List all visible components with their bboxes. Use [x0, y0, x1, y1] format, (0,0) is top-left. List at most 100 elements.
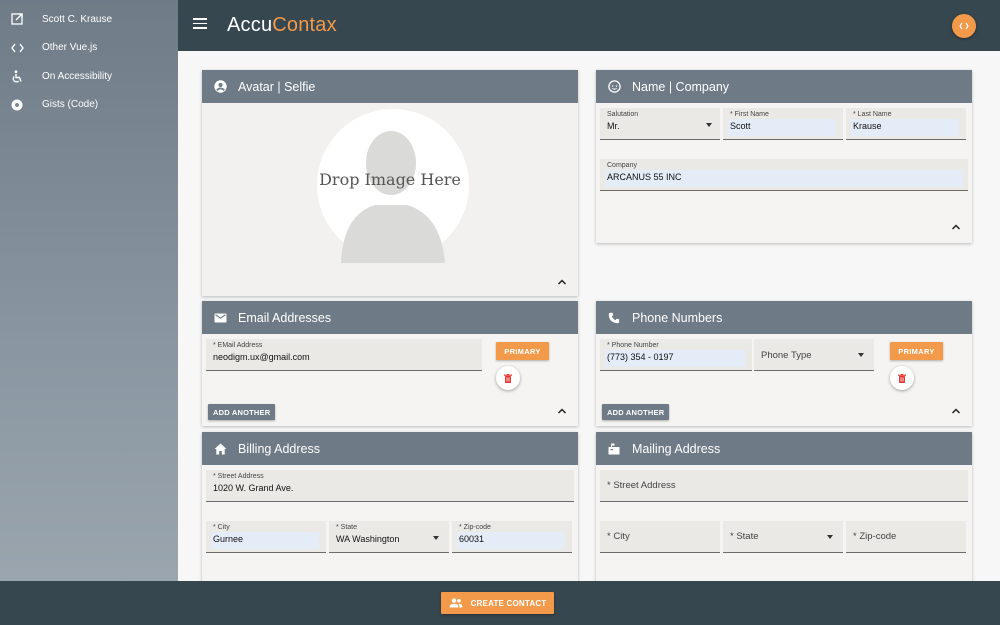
brand-part2: Contax — [272, 14, 337, 36]
mailing-state-placeholder: * State — [730, 531, 759, 542]
mail-icon — [213, 311, 227, 325]
collapse-chevron-icon[interactable] — [557, 278, 567, 286]
billing-city-label: * City — [213, 524, 230, 531]
app-header: AccuContax — [178, 0, 1000, 51]
view-source-button[interactable] — [952, 14, 976, 38]
salutation-value: Mr. — [607, 121, 620, 131]
billing-zip-value: 60031 — [459, 534, 485, 544]
sidebar-item-gists[interactable]: Gists (Code) — [0, 91, 178, 120]
phone-primary-button[interactable]: PRIMARY — [890, 342, 943, 360]
mailing-street-field[interactable]: * Street Address — [600, 470, 968, 502]
phone-card: Phone Numbers * Phone Number (773) 354 -… — [596, 301, 972, 426]
main-content: Avatar | Selfie Drop Image Here Name | C… — [178, 51, 1000, 581]
disc-icon — [10, 98, 24, 112]
avatar-card-title: Avatar | Selfie — [238, 79, 316, 94]
first-name-field[interactable]: * First Name Scott — [723, 108, 843, 140]
avatar-card: Avatar | Selfie Drop Image Here — [202, 70, 578, 296]
sidebar-item-label: Scott C. Krause — [42, 13, 113, 25]
people-icon — [449, 598, 463, 608]
home-icon — [213, 442, 227, 456]
billing-state-label: * State — [336, 524, 358, 531]
mailing-city-placeholder: * City — [607, 531, 630, 542]
email-primary-button[interactable]: PRIMARY — [496, 342, 549, 360]
billing-zip-label: * Zip-code — [459, 524, 491, 531]
code-icon — [10, 41, 24, 55]
collapse-chevron-icon[interactable] — [951, 223, 961, 231]
collapse-chevron-icon[interactable] — [951, 407, 961, 415]
sidebar: Scott C. Krause Other Vue.js On Accessib… — [0, 0, 178, 581]
name-card-header: Name | Company — [596, 70, 972, 103]
mailing-state-select[interactable]: * State — [723, 521, 843, 553]
phone-icon — [607, 311, 621, 325]
billing-zip-field[interactable]: * Zip-code 60031 — [452, 521, 572, 553]
sidebar-item-label: Gists (Code) — [42, 99, 99, 111]
company-label: Company — [607, 162, 637, 169]
create-contact-button[interactable]: CREATE CONTACT — [441, 592, 554, 614]
billing-street-label: * Street Address — [213, 473, 264, 480]
mailing-zip-field[interactable]: * Zip-code — [846, 521, 966, 553]
salutation-label: Salutation — [607, 111, 639, 118]
sidebar-item-label: On Accessibility — [42, 70, 113, 82]
accessibility-icon — [10, 69, 24, 83]
phone-number-label: * Phone Number — [607, 342, 659, 349]
chevron-down-icon — [858, 353, 864, 357]
billing-state-value: WA Washington — [336, 534, 400, 544]
last-name-label: * Last Name — [853, 111, 892, 118]
account-circle-icon — [213, 80, 227, 94]
chevron-down-icon — [706, 123, 712, 127]
sidebar-item-author[interactable]: Scott C. Krause — [0, 5, 178, 34]
mailbox-icon — [607, 442, 621, 456]
email-card-title: Email Addresses — [238, 310, 332, 325]
app-title: AccuContax — [227, 14, 337, 37]
collapse-chevron-icon[interactable] — [557, 407, 567, 415]
email-card: Email Addresses * EMail Address neodigm.… — [202, 301, 578, 426]
phone-number-field[interactable]: * Phone Number (773) 354 - 0197 — [600, 339, 752, 371]
email-field[interactable]: * EMail Address neodigm.ux@gmail.com — [206, 339, 482, 371]
face-icon — [607, 80, 621, 94]
billing-street-field[interactable]: * Street Address 1020 W. Grand Ave. — [206, 470, 574, 502]
avatar-card-header: Avatar | Selfie — [202, 70, 578, 103]
last-name-field[interactable]: * Last Name Krause — [846, 108, 966, 140]
last-name-value: Krause — [853, 121, 882, 131]
email-value: neodigm.ux@gmail.com — [213, 352, 310, 362]
billing-card-title: Billing Address — [238, 441, 320, 456]
trash-icon — [898, 373, 906, 383]
open-in-new-icon — [10, 12, 24, 26]
phone-card-title: Phone Numbers — [632, 310, 723, 325]
mailing-street-placeholder: * Street Address — [607, 480, 676, 491]
email-card-header: Email Addresses — [202, 301, 578, 334]
billing-state-select[interactable]: * State WA Washington — [329, 521, 449, 553]
mailing-city-field[interactable]: * City — [600, 521, 720, 553]
chevron-down-icon — [827, 535, 833, 539]
name-company-card: Name | Company Salutation Mr. * First Na… — [596, 70, 972, 243]
sidebar-item-accessibility[interactable]: On Accessibility — [0, 62, 178, 91]
menu-icon[interactable] — [193, 18, 207, 32]
delete-phone-button[interactable] — [890, 366, 914, 390]
billing-address-card: Billing Address * Street Address 1020 W.… — [202, 432, 578, 581]
billing-city-field[interactable]: * City Gurnee — [206, 521, 326, 553]
phone-card-header: Phone Numbers — [596, 301, 972, 334]
sidebar-item-label: Other Vue.js — [42, 42, 98, 54]
footer-bar: CREATE CONTACT — [0, 581, 1000, 625]
company-field[interactable]: Company ARCANUS 55 INC — [600, 159, 968, 191]
add-phone-button[interactable]: ADD ANOTHER — [602, 404, 670, 420]
first-name-value: Scott — [730, 121, 751, 131]
name-card-title: Name | Company — [632, 79, 730, 94]
add-email-button[interactable]: ADD ANOTHER — [208, 404, 276, 420]
first-name-label: * First Name — [730, 111, 769, 118]
phone-number-value: (773) 354 - 0197 — [607, 352, 674, 362]
company-value: ARCANUS 55 INC — [607, 172, 682, 182]
chevron-down-icon — [433, 536, 439, 540]
salutation-select[interactable]: Salutation Mr. — [600, 108, 720, 140]
email-label: * EMail Address — [213, 342, 263, 349]
phone-type-select[interactable]: Phone Type — [754, 339, 874, 371]
delete-email-button[interactable] — [496, 366, 520, 390]
image-drop-zone[interactable]: Drop Image Here — [202, 103, 578, 296]
code-icon — [959, 22, 969, 30]
brand-part1: Accu — [227, 14, 273, 36]
mailing-card-title: Mailing Address — [632, 441, 721, 456]
sidebar-item-other-vue[interactable]: Other Vue.js — [0, 34, 178, 63]
mailing-address-card: Mailing Address * Street Address * City … — [596, 432, 972, 581]
mailing-zip-placeholder: * Zip-code — [853, 531, 897, 542]
phone-type-placeholder: Phone Type — [761, 350, 812, 361]
